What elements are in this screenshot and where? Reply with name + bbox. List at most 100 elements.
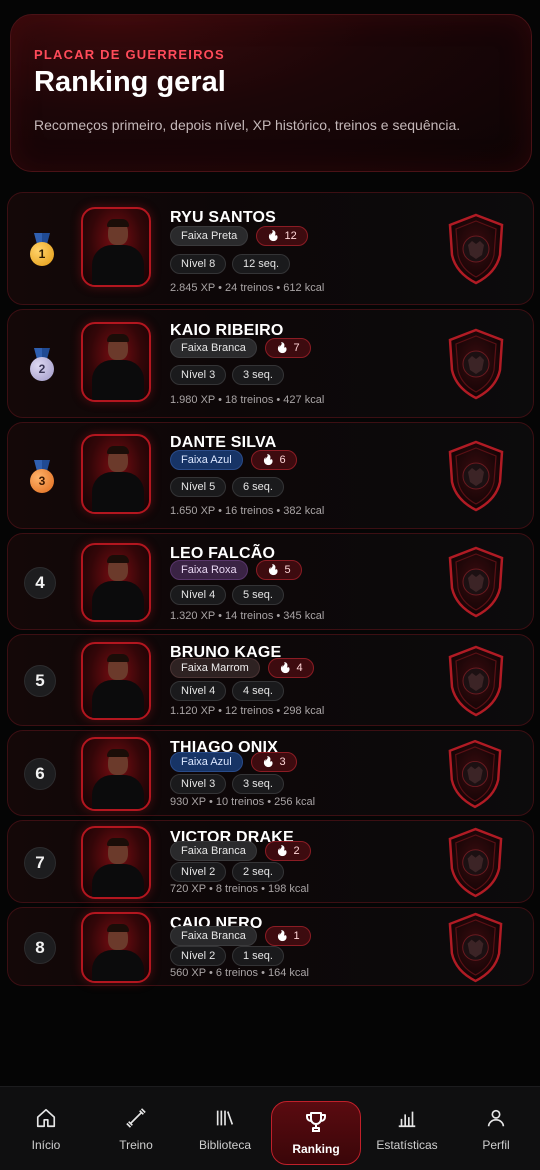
avatar-body bbox=[92, 472, 144, 512]
lion-icon-svg bbox=[448, 328, 504, 400]
avatar[interactable] bbox=[81, 826, 151, 899]
athlete-stats: 1.980 XP • 18 treinos • 427 kcal bbox=[170, 394, 325, 406]
nav-item-biblioteca[interactable]: Biblioteca bbox=[180, 1087, 270, 1170]
rank-position: 4 bbox=[24, 567, 56, 599]
restart-count: 12 bbox=[284, 230, 297, 242]
level-badge: Nível 2 bbox=[170, 862, 227, 882]
streak-badge: 1 seq. bbox=[232, 946, 284, 966]
flame-icon: 🔥 bbox=[262, 756, 275, 768]
panther-icon-svg bbox=[448, 546, 504, 618]
ranking-card[interactable]: 5 BRUNO KAGE Faixa Marrom 🔥 4 Nível 44 seq. 1.… bbox=[7, 634, 534, 726]
shuriken-icon-svg bbox=[448, 645, 504, 717]
ranking-card[interactable]: 2 KAIO RIBEIRO Faixa Branca 🔥 7 Nível 33 seq.… bbox=[7, 309, 534, 418]
belt-badge: Faixa Branca bbox=[170, 841, 257, 861]
rank-position: 2 bbox=[30, 357, 54, 381]
avatar[interactable] bbox=[81, 642, 151, 720]
flame-icon: 🔥 bbox=[276, 342, 289, 354]
flame-icon: 🔥 bbox=[267, 230, 280, 242]
restart-count-badge: 🔥 2 bbox=[265, 841, 311, 861]
ranking-card[interactable]: 4 LEO FALCÃO Faixa Roxa 🔥 5 Nível 45 seq. 1.32… bbox=[7, 533, 534, 630]
streak-badge: 6 seq. bbox=[232, 477, 284, 497]
level-badge: Nível 5 bbox=[170, 477, 227, 497]
restart-count-badge: 🔥 3 bbox=[251, 752, 297, 772]
restart-count: 4 bbox=[296, 662, 303, 674]
lion-icon bbox=[446, 328, 506, 400]
dumbbell-icon bbox=[125, 1106, 147, 1130]
ranking-card[interactable]: 8 CAIO NERO Faixa Branca 🔥 1 Nível 21 seq. 560… bbox=[7, 907, 534, 986]
wolf-icon bbox=[446, 440, 506, 512]
avatar-body bbox=[92, 864, 144, 897]
snake-icon-svg bbox=[448, 739, 502, 809]
avatar-hair bbox=[107, 924, 129, 932]
athlete-stats: 1.650 XP • 16 treinos • 382 kcal bbox=[170, 505, 325, 517]
rank-position: 1 bbox=[30, 242, 54, 266]
belt-badge: Faixa Azul bbox=[170, 752, 243, 772]
athlete-stats: 1.320 XP • 14 treinos • 345 kcal bbox=[170, 610, 325, 622]
dragon-icon bbox=[446, 827, 506, 899]
nav-label: Início bbox=[31, 1138, 61, 1152]
gold-medal-icon: 1 bbox=[28, 233, 56, 267]
avatar-hair bbox=[107, 446, 129, 454]
rank-position: 7 bbox=[24, 847, 56, 879]
athlete-stats: 2.845 XP • 24 treinos • 612 kcal bbox=[170, 282, 325, 294]
restart-count: 2 bbox=[293, 845, 300, 857]
avatar-body bbox=[92, 775, 144, 809]
nav-label: Ranking bbox=[292, 1142, 340, 1156]
avatar[interactable] bbox=[81, 912, 151, 983]
avatar[interactable] bbox=[81, 207, 151, 287]
athlete-stats: 1.120 XP • 12 treinos • 298 kcal bbox=[170, 705, 325, 717]
belt-badge: Faixa Branca bbox=[170, 338, 257, 358]
restart-count-badge: 🔥 6 bbox=[251, 450, 297, 470]
avatar[interactable] bbox=[81, 434, 151, 514]
avatar-hair bbox=[107, 654, 129, 662]
snake-icon bbox=[446, 739, 506, 811]
nav-item-perfil[interactable]: Perfil bbox=[451, 1087, 540, 1170]
flame-icon: 🔥 bbox=[276, 930, 289, 942]
flame-icon: 🔥 bbox=[262, 454, 275, 466]
rank-position: 8 bbox=[24, 932, 56, 964]
ranking-card[interactable]: 7 VICTOR DRAKE Faixa Branca 🔥 2 Nível 22 seq.… bbox=[7, 820, 534, 903]
nav-item-estatisticas[interactable]: Estatísticas bbox=[362, 1087, 452, 1170]
athlete-name: RYU SANTOS bbox=[170, 209, 277, 226]
avatar[interactable] bbox=[81, 322, 151, 402]
level-badge: Nível 8 bbox=[170, 254, 227, 274]
level-badge: Nível 2 bbox=[170, 946, 227, 966]
nav-label: Biblioteca bbox=[198, 1138, 252, 1152]
belt-badge: Faixa Azul bbox=[170, 450, 243, 470]
rank-position: 6 bbox=[24, 758, 56, 790]
level-badge: Nível 3 bbox=[170, 365, 227, 385]
nav-item-inicio[interactable]: Início bbox=[1, 1087, 91, 1170]
restart-count-badge: 🔥 12 bbox=[256, 226, 308, 246]
avatar-hair bbox=[107, 555, 129, 563]
restart-count: 1 bbox=[293, 930, 300, 942]
avatar-body bbox=[92, 950, 144, 981]
bar-chart-icon bbox=[396, 1106, 418, 1130]
wolf-icon-svg bbox=[448, 912, 503, 983]
ranking-card[interactable]: 3 DANTE SILVA Faixa Azul 🔥 6 Nível 56 seq. 1.6… bbox=[7, 422, 534, 529]
nav-label: Perfil bbox=[482, 1138, 510, 1152]
streak-badge: 2 seq. bbox=[232, 862, 284, 882]
nav-item-ranking[interactable]: Ranking bbox=[271, 1101, 361, 1165]
avatar[interactable] bbox=[81, 737, 151, 811]
ranking-header-card: PLACAR DE GUERREIROS Ranking geral Recom… bbox=[10, 14, 532, 172]
avatar-hair bbox=[107, 334, 129, 342]
athlete-stats: 560 XP • 6 treinos • 164 kcal bbox=[170, 967, 309, 979]
flame-icon: 🔥 bbox=[279, 662, 292, 674]
level-badge: Nível 4 bbox=[170, 681, 227, 701]
level-badge: Nível 3 bbox=[170, 774, 227, 794]
avatar-body bbox=[92, 680, 144, 718]
flame-icon: 🔥 bbox=[276, 845, 289, 857]
panther-icon bbox=[446, 546, 506, 618]
avatar-hair bbox=[107, 749, 129, 757]
trophy-icon bbox=[304, 1110, 328, 1134]
nav-item-treino[interactable]: Treino bbox=[91, 1087, 181, 1170]
avatar-hair bbox=[107, 219, 129, 227]
avatar[interactable] bbox=[81, 543, 151, 622]
avatar-body bbox=[92, 245, 144, 285]
bottom-navigation: Início Treino Biblioteca Ranking Estatística… bbox=[0, 1086, 540, 1170]
header-eyebrow: PLACAR DE GUERREIROS bbox=[34, 47, 225, 62]
ranking-card[interactable]: 1 RYU SANTOS Faixa Preta 🔥 12 Nível 8 12 seq. 2… bbox=[7, 192, 534, 305]
ranking-card[interactable]: 6 THIAGO ONIX Faixa Azul 🔥 3 Nível 33 seq. 930… bbox=[7, 730, 534, 816]
dragon-icon-svg bbox=[448, 827, 503, 898]
restart-count-badge: 🔥 7 bbox=[265, 338, 311, 358]
